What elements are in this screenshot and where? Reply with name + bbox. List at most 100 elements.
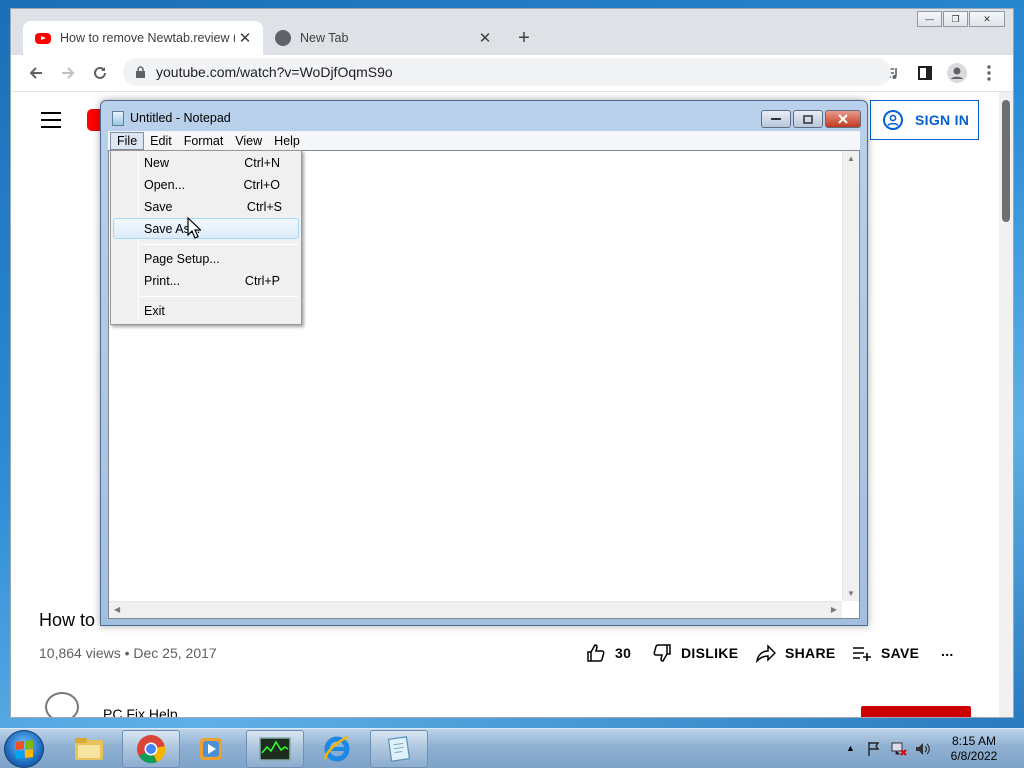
- tab-title: New Tab: [300, 31, 349, 45]
- clock-time: 8:15 AM: [951, 734, 997, 748]
- notepad-app-icon[interactable]: [112, 111, 124, 126]
- menu-item-save-as[interactable]: Save As...: [113, 218, 299, 239]
- notepad-close-button[interactable]: [825, 110, 861, 128]
- menu-item-open[interactable]: Open... Ctrl+O: [113, 174, 299, 195]
- volume-speaker-icon[interactable]: [914, 741, 932, 757]
- address-bar[interactable]: youtube.com/watch?v=WoDjfOqmS9o: [123, 58, 891, 86]
- subscribe-button[interactable]: SUBSCRIBE: [861, 706, 971, 717]
- menu-item-label: New: [144, 155, 170, 170]
- globe-favicon-icon: [275, 30, 291, 46]
- channel-name[interactable]: PC Fix Help: [103, 706, 178, 717]
- media-player-icon: [200, 738, 222, 760]
- clock-date: 6/8/2022: [950, 749, 998, 763]
- account-circle-icon: [883, 110, 903, 130]
- tab-strip: How to remove Newtab.review (C ✕ New Tab…: [11, 9, 1013, 55]
- task-manager-icon: [259, 737, 291, 761]
- notepad-maximize-button[interactable]: [793, 110, 823, 128]
- tab-title: How to remove Newtab.review (C: [60, 31, 235, 45]
- tab-youtube[interactable]: How to remove Newtab.review (C ✕: [23, 21, 263, 55]
- dislike-button[interactable]: DISLIKE: [651, 642, 738, 664]
- youtube-favicon-icon: [35, 32, 51, 44]
- more-actions-button[interactable]: ...: [941, 640, 954, 662]
- windows-logo-icon: [16, 740, 33, 759]
- start-button[interactable]: [4, 730, 44, 768]
- forward-arrow-icon[interactable]: [54, 59, 82, 87]
- menu-item-label: Exit: [144, 303, 165, 318]
- folder-icon: [75, 738, 103, 760]
- show-hidden-icons-icon[interactable]: ▲: [846, 743, 855, 753]
- close-tab-icon[interactable]: ✕: [235, 28, 255, 48]
- menu-item-shortcut: Ctrl+N: [244, 155, 280, 170]
- taskbar-media-player[interactable]: [182, 730, 240, 768]
- scrollbar-thumb[interactable]: [1002, 100, 1010, 222]
- menu-view[interactable]: View: [229, 132, 268, 150]
- playlist-add-icon: [851, 642, 873, 664]
- menu-item-label: Print...: [144, 273, 181, 288]
- menu-file[interactable]: File: [110, 131, 145, 150]
- save-button[interactable]: SAVE: [851, 642, 919, 664]
- page-scrollbar[interactable]: [999, 92, 1013, 717]
- save-label: SAVE: [881, 645, 920, 661]
- close-tab-icon[interactable]: ✕: [475, 28, 495, 48]
- network-disconnected-icon[interactable]: [890, 741, 908, 757]
- menu-edit[interactable]: Edit: [144, 132, 178, 150]
- system-clock[interactable]: 8:15 AM 6/8/2022: [938, 734, 1010, 764]
- menu-item-label: Page Setup...: [144, 251, 220, 266]
- taskbar-internet-explorer[interactable]: [308, 730, 366, 768]
- like-count: 30: [615, 645, 632, 661]
- system-tray: ▲ 8:15 AM 6/8/2022: [844, 729, 1024, 768]
- share-button[interactable]: SHARE: [755, 642, 836, 664]
- scroll-down-arrow-icon[interactable]: ▼: [847, 589, 855, 598]
- notepad-title: Untitled - Notepad: [130, 111, 231, 125]
- notepad-menubar: File Edit Format View Help: [108, 131, 860, 150]
- back-arrow-icon[interactable]: [22, 59, 50, 87]
- channel-avatar[interactable]: [45, 692, 79, 717]
- menu-item-shortcut: Ctrl+S: [246, 199, 282, 214]
- profile-avatar-icon[interactable]: [943, 59, 971, 87]
- menu-help[interactable]: Help: [268, 132, 306, 150]
- taskbar-chrome[interactable]: [122, 730, 180, 768]
- menu-separator: [141, 244, 298, 245]
- share-label: SHARE: [785, 645, 836, 661]
- action-center-flag-icon[interactable]: [866, 741, 882, 757]
- windows-taskbar: ▲ 8:15 AM 6/8/2022: [0, 728, 1024, 768]
- scroll-left-arrow-icon[interactable]: ◀: [114, 605, 120, 614]
- restore-button[interactable]: ❐: [943, 11, 968, 27]
- menu-format[interactable]: Format: [178, 132, 230, 150]
- like-button[interactable]: 30: [585, 642, 631, 664]
- menu-item-label: Open...: [144, 177, 185, 192]
- notepad-horizontal-scrollbar[interactable]: ◀ ▶: [109, 601, 842, 618]
- lock-icon[interactable]: [135, 66, 146, 78]
- tab-new-tab[interactable]: New Tab ✕: [263, 21, 503, 55]
- taskbar-notepad[interactable]: [370, 730, 428, 768]
- sign-in-label: SIGN IN: [915, 112, 970, 128]
- scroll-up-arrow-icon[interactable]: ▲: [847, 154, 855, 163]
- close-window-button[interactable]: ✕: [969, 11, 1005, 27]
- taskbar-explorer[interactable]: [60, 730, 118, 768]
- thumbs-up-icon: [585, 642, 607, 664]
- reload-icon[interactable]: [86, 59, 114, 87]
- hamburger-menu-icon[interactable]: [41, 112, 61, 133]
- url-text: youtube.com/watch?v=WoDjfOqmS9o: [156, 64, 393, 80]
- menu-item-page-setup[interactable]: Page Setup...: [113, 248, 299, 269]
- dislike-label: DISLIKE: [681, 645, 739, 661]
- menu-kebab-icon[interactable]: [975, 59, 1003, 87]
- menu-item-shortcut: Ctrl+P: [244, 273, 280, 288]
- new-tab-button[interactable]: +: [511, 25, 537, 51]
- menu-item-new[interactable]: New Ctrl+N: [113, 152, 299, 173]
- menu-item-print[interactable]: Print... Ctrl+P: [113, 270, 299, 291]
- scroll-right-arrow-icon[interactable]: ▶: [831, 605, 837, 614]
- internet-explorer-icon: [324, 735, 350, 762]
- taskbar-task-manager[interactable]: [246, 730, 304, 768]
- notepad-vertical-scrollbar[interactable]: ▲ ▼: [842, 151, 859, 601]
- menu-item-exit[interactable]: Exit: [113, 300, 299, 321]
- side-panel-icon[interactable]: [911, 59, 939, 87]
- video-title: How to: [39, 610, 96, 630]
- menu-item-save[interactable]: Save Ctrl+S: [113, 196, 299, 217]
- minimize-button[interactable]: —: [917, 11, 942, 27]
- notepad-minimize-button[interactable]: [761, 110, 791, 128]
- menu-separator: [141, 296, 298, 297]
- chrome-logo-icon: [137, 735, 166, 764]
- mouse-cursor-icon: [187, 217, 201, 239]
- sign-in-button[interactable]: SIGN IN: [870, 100, 979, 140]
